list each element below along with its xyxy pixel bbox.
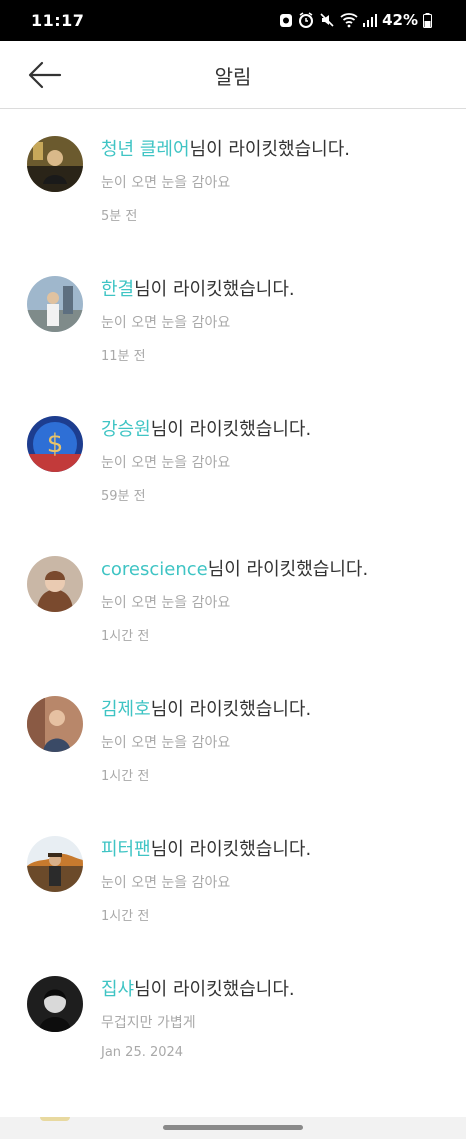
status-icons: 42% <box>279 11 432 29</box>
avatar[interactable] <box>27 696 83 752</box>
post-title[interactable]: 눈이 오면 눈을 감아요 <box>101 732 230 752</box>
post-title[interactable]: 눈이 오면 눈을 감아요 <box>101 452 230 472</box>
avatar[interactable]: $ <box>27 416 83 472</box>
avatar[interactable] <box>27 136 83 192</box>
mute-icon <box>319 12 335 28</box>
alarm-icon <box>298 12 314 28</box>
notification-time: 59분 전 <box>101 489 146 504</box>
notification-item[interactable]: 한결님이 라이킷했습니다. 눈이 오면 눈을 감아요 11분 전 <box>0 249 466 389</box>
battery-icon <box>423 12 432 28</box>
username-link[interactable]: 집샤 <box>101 979 134 1000</box>
username-link[interactable]: 청년 클레어 <box>101 139 190 160</box>
post-title[interactable]: 눈이 오면 눈을 감아요 <box>101 312 230 332</box>
page-title: 알림 <box>214 65 252 89</box>
post-title[interactable]: 눈이 오면 눈을 감아요 <box>101 592 230 612</box>
notification-time: Jan 25. 2024 <box>101 1045 184 1060</box>
navigation-bar <box>0 1117 466 1139</box>
battery-percent: 42% <box>382 11 418 29</box>
notification-action: 님이 라이킷했습니다. <box>150 839 312 860</box>
notification-time: 1시간 전 <box>101 769 150 784</box>
notification-item[interactable]: 집샤님이 라이킷했습니다. 무겁지만 가볍게 Jan 25. 2024 <box>0 949 466 1089</box>
username-link[interactable]: corescience <box>101 559 208 580</box>
notification-time: 5분 전 <box>101 209 138 224</box>
username-link[interactable]: 한결 <box>101 279 134 300</box>
home-indicator[interactable] <box>163 1125 303 1130</box>
status-time: 11:17 <box>31 11 85 30</box>
notification-time: 1시간 전 <box>101 909 150 924</box>
next-avatar-peek <box>40 1117 70 1121</box>
avatar[interactable] <box>27 556 83 612</box>
header: 알림 <box>0 41 466 109</box>
avatar[interactable] <box>27 976 83 1032</box>
username-link[interactable]: 김제호 <box>101 699 151 720</box>
post-title[interactable]: 눈이 오면 눈을 감아요 <box>101 872 230 892</box>
notification-app-icon <box>279 12 293 28</box>
notification-list: 청년 클레어님이 라이킷했습니다. 눈이 오면 눈을 감아요 5분 전 한결님이… <box>0 109 466 1089</box>
notification-time: 11분 전 <box>101 349 146 364</box>
notification-item[interactable]: 김제호님이 라이킷했습니다. 눈이 오면 눈을 감아요 1시간 전 <box>0 669 466 809</box>
notification-item[interactable]: corescience님이 라이킷했습니다. 눈이 오면 눈을 감아요 1시간 … <box>0 529 466 669</box>
username-link[interactable]: 강승원 <box>101 419 151 440</box>
avatar[interactable] <box>27 836 83 892</box>
post-title[interactable]: 무겁지만 가볍게 <box>101 1012 196 1032</box>
post-title[interactable]: 눈이 오면 눈을 감아요 <box>101 172 230 192</box>
avatar[interactable] <box>27 276 83 332</box>
notification-action: 님이 라이킷했습니다. <box>150 699 312 720</box>
username-link[interactable]: 피터팬 <box>101 839 151 860</box>
notification-item[interactable]: 피터팬님이 라이킷했습니다. 눈이 오면 눈을 감아요 1시간 전 <box>0 809 466 949</box>
svg-text:$: $ <box>47 429 64 459</box>
signal-icon <box>363 13 378 27</box>
notification-action: 님이 라이킷했습니다. <box>150 419 312 440</box>
notification-action: 님이 라이킷했습니다. <box>134 279 295 300</box>
notification-item[interactable]: 청년 클레어님이 라이킷했습니다. 눈이 오면 눈을 감아요 5분 전 <box>0 109 466 249</box>
notification-time: 1시간 전 <box>101 629 150 644</box>
notification-action: 님이 라이킷했습니다. <box>134 979 295 1000</box>
status-bar: 11:17 42% <box>0 0 466 41</box>
notification-item[interactable]: $ 강승원님이 라이킷했습니다. 눈이 오면 눈을 감아요 59분 전 <box>0 389 466 529</box>
wifi-icon <box>340 12 358 28</box>
notification-action: 님이 라이킷했습니다. <box>189 139 351 160</box>
notification-action: 님이 라이킷했습니다. <box>207 559 369 580</box>
